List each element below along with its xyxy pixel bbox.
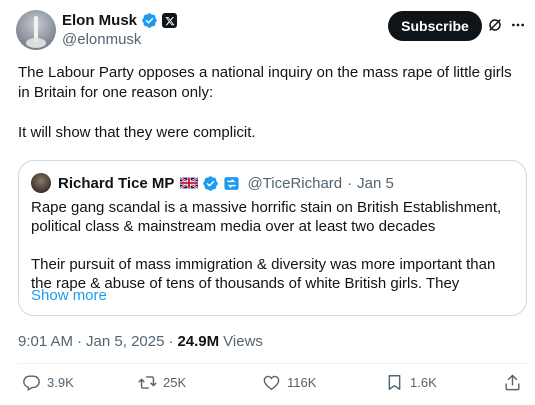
- more-dots-icon[interactable]: [510, 16, 526, 34]
- subscribe-button[interactable]: Subscribe: [388, 11, 482, 41]
- tweet-text: The Labour Party opposes a national inqu…: [18, 63, 518, 163]
- author-name[interactable]: Elon Musk: [62, 12, 137, 29]
- smoke-shape: [26, 38, 46, 48]
- bookmark-icon: [388, 375, 401, 390]
- bookmark-count: 1.6K: [410, 375, 437, 390]
- reply-button[interactable]: 3.9K: [22, 373, 74, 392]
- quoted-handle[interactable]: @TiceRichard: [247, 175, 342, 192]
- tweet-meta: 9:01 AM · Jan 5, 2025 · 24.9M Views: [18, 333, 263, 350]
- heart-icon: [263, 375, 280, 391]
- separator-dot: ·: [168, 333, 174, 350]
- views-count: 24.9M: [177, 333, 220, 350]
- author-handle[interactable]: @elonmusk: [62, 31, 141, 48]
- verified-badge-icon: [203, 175, 219, 191]
- show-more-link[interactable]: Show more: [31, 287, 107, 304]
- like-button[interactable]: 116K: [262, 373, 316, 392]
- share-icon: [505, 374, 520, 391]
- uk-flag-icon: [180, 177, 199, 189]
- tweet-paragraph: The Labour Party opposes a national inqu…: [18, 64, 512, 101]
- action-bar: 3.9K 25K 116K 1.6K: [18, 373, 527, 397]
- repost-icon: [138, 376, 157, 389]
- repost-button[interactable]: 25K: [138, 373, 186, 392]
- quoted-header: Richard Tice MP @TiceRichard · Jan 5: [31, 173, 394, 193]
- verified-badge-icon: [142, 13, 157, 28]
- reply-icon: [23, 375, 40, 392]
- views-label: Views: [223, 333, 263, 350]
- repost-count: 25K: [163, 375, 187, 390]
- quoted-date[interactable]: Jan 5: [357, 175, 394, 192]
- quoted-tweet[interactable]: Richard Tice MP @TiceRichard · Jan 5 Rap…: [18, 160, 527, 316]
- automated-badge-icon: [224, 176, 240, 190]
- share-button[interactable]: [503, 373, 522, 392]
- author-avatar[interactable]: [16, 10, 56, 50]
- like-count: 116K: [287, 375, 317, 390]
- grok-icon[interactable]: [487, 17, 503, 33]
- tweet-date[interactable]: Jan 5, 2025: [86, 333, 164, 350]
- divider: [18, 363, 527, 364]
- bookmark-button[interactable]: 1.6K: [385, 373, 437, 392]
- tweet-time[interactable]: 9:01 AM: [18, 333, 73, 350]
- quoted-paragraph: Rape gang scandal is a massive horrific …: [31, 199, 502, 235]
- tweet-paragraph: It will show that they were complicit.: [18, 124, 256, 141]
- separator-dot: ·: [347, 174, 353, 192]
- quoted-avatar[interactable]: [31, 173, 51, 193]
- quoted-author-name[interactable]: Richard Tice MP: [58, 175, 174, 192]
- reply-count: 3.9K: [47, 375, 74, 390]
- x-logo-icon: [162, 13, 178, 28]
- author-name-row: Elon Musk: [62, 12, 178, 29]
- separator-dot: ·: [77, 333, 83, 350]
